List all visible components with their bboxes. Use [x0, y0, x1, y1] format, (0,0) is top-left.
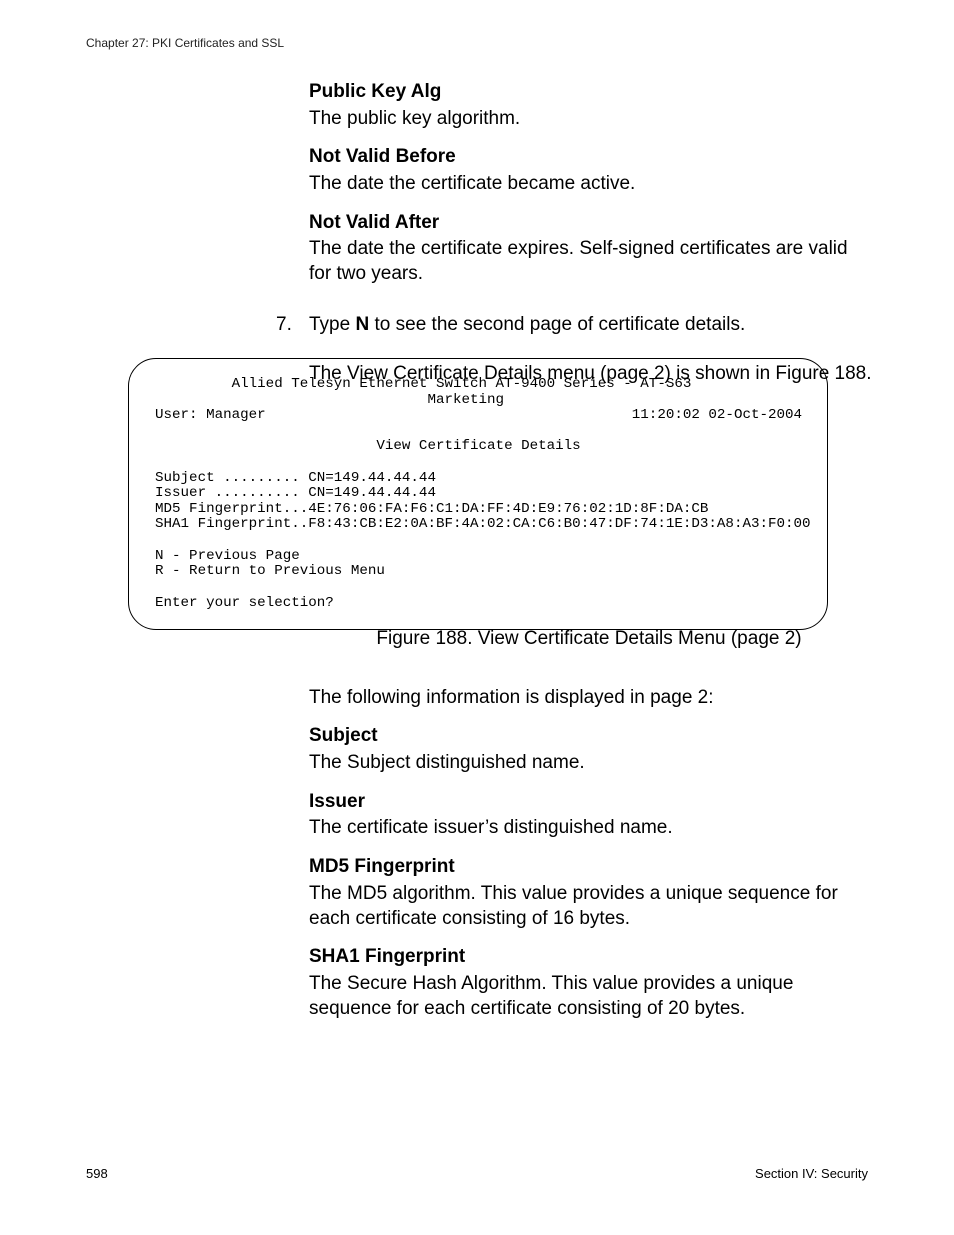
term-line: Allied Telesyn Ethernet Switch AT-9400 S… — [155, 376, 691, 392]
main-content-bottom: Figure 188. View Certificate Details Men… — [309, 627, 872, 1021]
page: Chapter 27: PKI Certificates and SSL Pub… — [0, 0, 954, 1235]
step-pre: Type — [309, 314, 355, 335]
after-paragraph: The following information is displayed i… — [309, 686, 872, 711]
step-7: 7. Type N to see the second page of cert… — [276, 313, 872, 338]
chapter-header: Chapter 27: PKI Certificates and SSL — [86, 36, 284, 52]
term-subject: Subject — [309, 724, 872, 749]
term-line: MD5 Fingerprint...4E:76:06:FA:F6:C1:DA:F… — [155, 501, 708, 517]
term-issuer: Issuer — [309, 790, 872, 815]
term-line: View Certificate Details — [155, 438, 581, 454]
desc-sha1: The Secure Hash Algorithm. This value pr… — [309, 972, 872, 1021]
figure-caption: Figure 188. View Certificate Details Men… — [364, 627, 814, 652]
desc-not-valid-after: The date the certificate expires. Self-s… — [309, 237, 872, 286]
term-line: User: Manager 11:20:02 02-Oct-2004 — [155, 407, 802, 423]
term-line — [155, 454, 164, 470]
term-md5: MD5 Fingerprint — [309, 855, 872, 880]
main-content-top: Public Key Alg The public key algorithm.… — [309, 80, 872, 386]
term-public-key-alg: Public Key Alg — [309, 80, 872, 105]
term-line: Marketing — [155, 392, 504, 408]
term-line — [155, 532, 164, 548]
term-not-valid-before: Not Valid Before — [309, 145, 872, 170]
term-line: Issuer .......... CN=149.44.44.44 — [155, 485, 436, 501]
step-key: N — [355, 314, 369, 335]
step-post: to see the second page of certificate de… — [369, 314, 745, 335]
desc-not-valid-before: The date the certificate became active. — [309, 172, 872, 197]
step-number: 7. — [276, 313, 292, 338]
desc-subject: The Subject distinguished name. — [309, 751, 872, 776]
term-sha1: SHA1 Fingerprint — [309, 945, 872, 970]
terminal-text: Allied Telesyn Ethernet Switch AT-9400 S… — [155, 377, 801, 611]
step-text: Type N to see the second page of certifi… — [309, 313, 872, 338]
term-line: Enter your selection? — [155, 595, 334, 611]
desc-issuer: The certificate issuer’s distinguished n… — [309, 816, 872, 841]
term-line — [155, 423, 164, 439]
desc-md5: The MD5 algorithm. This value provides a… — [309, 882, 872, 931]
term-not-valid-after: Not Valid After — [309, 211, 872, 236]
desc-public-key-alg: The public key algorithm. — [309, 107, 872, 132]
term-line: Subject ......... CN=149.44.44.44 — [155, 470, 436, 486]
footer-section: Section IV: Security — [755, 1166, 868, 1183]
footer-page-number: 598 — [86, 1166, 108, 1183]
term-line: R - Return to Previous Menu — [155, 563, 385, 579]
term-line: N - Previous Page — [155, 548, 300, 564]
term-line — [155, 579, 164, 595]
terminal-screen: Allied Telesyn Ethernet Switch AT-9400 S… — [128, 358, 828, 630]
term-line: SHA1 Fingerprint..F8:43:CB:E2:0A:BF:4A:0… — [155, 516, 811, 532]
